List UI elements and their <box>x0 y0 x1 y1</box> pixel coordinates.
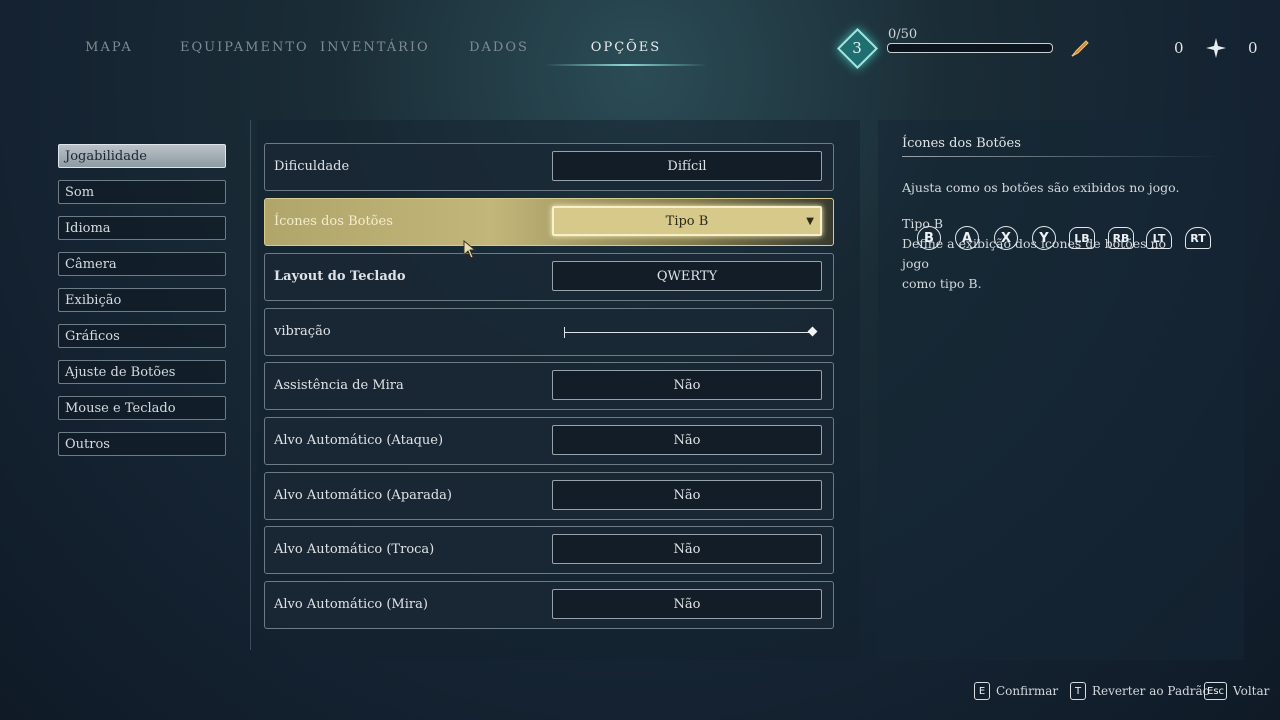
setting-label: Ícones dos Botões <box>274 214 393 229</box>
setting-value-alvo-troca[interactable]: Não <box>552 534 822 564</box>
key-e-icon: E <box>974 682 990 700</box>
tab-opcoes[interactable]: OPÇÕES <box>590 40 662 55</box>
info-description: Ajusta como os botões são exibidos no jo… <box>902 180 1180 195</box>
category-exibicao[interactable]: Exibição <box>58 288 226 312</box>
setting-value-alvo-mira[interactable]: Não <box>552 589 822 619</box>
level-number: 3 <box>852 39 862 57</box>
setting-value-alvo-aparada[interactable]: Não <box>552 480 822 510</box>
button-lb-icon: LB <box>1069 227 1095 249</box>
setting-row-alvo-mira[interactable]: Alvo Automático (Mira) Não <box>264 581 834 629</box>
setting-row-alvo-aparada[interactable]: Alvo Automático (Aparada) Não <box>264 472 834 520</box>
category-camera[interactable]: Câmera <box>58 252 226 276</box>
sparkle-count: 0 <box>1248 39 1258 57</box>
vibration-slider-track[interactable] <box>564 332 812 333</box>
setting-value-text: Tipo B <box>665 214 709 229</box>
info-title: Ícones dos Botões <box>902 136 1021 151</box>
xp-bar <box>887 43 1053 53</box>
level-badge: 3 <box>836 27 878 69</box>
setting-label: Dificuldade <box>274 159 350 174</box>
setting-label: Assistência de Mira <box>274 378 404 393</box>
reset-label: Reverter ao Padrão <box>1092 684 1210 698</box>
vibration-slider-handle[interactable] <box>807 326 818 337</box>
setting-value-icones-botoes[interactable]: Tipo B ▼ <box>552 206 822 236</box>
info-option-description-line2: como tipo B. <box>902 276 982 291</box>
button-a-icon: A <box>955 226 979 250</box>
setting-value-assistencia-mira[interactable]: Não <box>552 370 822 400</box>
setting-row-alvo-ataque[interactable]: Alvo Automático (Ataque) Não <box>264 417 834 465</box>
sparkle-icon <box>1206 38 1226 58</box>
category-mouse-teclado[interactable]: Mouse e Teclado <box>58 396 226 420</box>
category-som[interactable]: Som <box>58 180 226 204</box>
info-divider <box>902 156 1222 157</box>
quill-count: 0 <box>1174 39 1184 57</box>
setting-row-assistencia-mira[interactable]: Assistência de Mira Não <box>264 362 834 410</box>
back-hint[interactable]: Esc Voltar <box>1204 682 1269 700</box>
setting-label: Alvo Automático (Mira) <box>274 597 428 612</box>
tab-equipamento[interactable]: EQUIPAMENTO <box>180 40 307 55</box>
button-x-icon: X <box>994 226 1018 250</box>
setting-value-dificuldade[interactable]: Difícil <box>552 151 822 181</box>
category-panel: Jogabilidade Som Idioma Câmera Exibição … <box>44 120 251 650</box>
top-navigation: MAPA EQUIPAMENTO INVENTÁRIO DADOS OPÇÕES… <box>0 0 1280 96</box>
back-label: Voltar <box>1233 684 1270 698</box>
setting-label: Layout do Teclado <box>274 269 406 284</box>
setting-label: Alvo Automático (Aparada) <box>274 488 453 503</box>
tab-inventario[interactable]: INVENTÁRIO <box>320 40 428 55</box>
dropdown-caret-icon: ▼ <box>806 216 814 227</box>
key-t-icon: T <box>1070 682 1086 700</box>
reset-hint[interactable]: T Reverter ao Padrão <box>1070 682 1210 700</box>
category-idioma[interactable]: Idioma <box>58 216 226 240</box>
setting-row-alvo-troca[interactable]: Alvo Automático (Troca) Não <box>264 526 834 574</box>
button-lt-icon: LT <box>1146 227 1172 249</box>
setting-row-vibracao[interactable]: vibração <box>264 308 834 356</box>
button-rt-icon: RT <box>1185 227 1211 249</box>
button-rb-icon: RB <box>1108 227 1134 249</box>
settings-list: Dificuldade Difícil Ícones dos Botões Ti… <box>257 120 860 660</box>
setting-row-dificuldade[interactable]: Dificuldade Difícil <box>264 143 834 191</box>
info-panel: Ícones dos Botões Ajusta como os botões … <box>878 120 1244 660</box>
setting-value-alvo-ataque[interactable]: Não <box>552 425 822 455</box>
confirm-label: Confirmar <box>996 684 1059 698</box>
button-y-icon: Y <box>1032 226 1056 250</box>
setting-label: Alvo Automático (Troca) <box>274 542 435 557</box>
category-jogabilidade[interactable]: Jogabilidade <box>58 144 226 168</box>
setting-row-icones-botoes[interactable]: Ícones dos Botões Tipo B ▼ <box>264 198 834 246</box>
xp-text: 0/50 <box>888 27 918 42</box>
category-ajuste-botoes[interactable]: Ajuste de Botões <box>58 360 226 384</box>
confirm-hint[interactable]: E Confirmar <box>974 682 1058 700</box>
button-b-icon: B <box>917 226 941 250</box>
setting-label: Alvo Automático (Ataque) <box>274 433 444 448</box>
setting-label: vibração <box>274 324 331 339</box>
setting-value-layout-teclado[interactable]: QWERTY <box>552 261 822 291</box>
key-esc-icon: Esc <box>1204 682 1228 700</box>
active-tab-underline <box>545 64 707 66</box>
category-graficos[interactable]: Gráficos <box>58 324 226 348</box>
quill-icon <box>1071 40 1089 57</box>
category-outros[interactable]: Outros <box>58 432 226 456</box>
tab-mapa[interactable]: MAPA <box>82 40 136 55</box>
setting-row-layout-teclado[interactable]: Layout do Teclado QWERTY <box>264 253 834 301</box>
mouse-cursor-icon <box>463 240 477 259</box>
tab-dados[interactable]: DADOS <box>468 40 530 55</box>
